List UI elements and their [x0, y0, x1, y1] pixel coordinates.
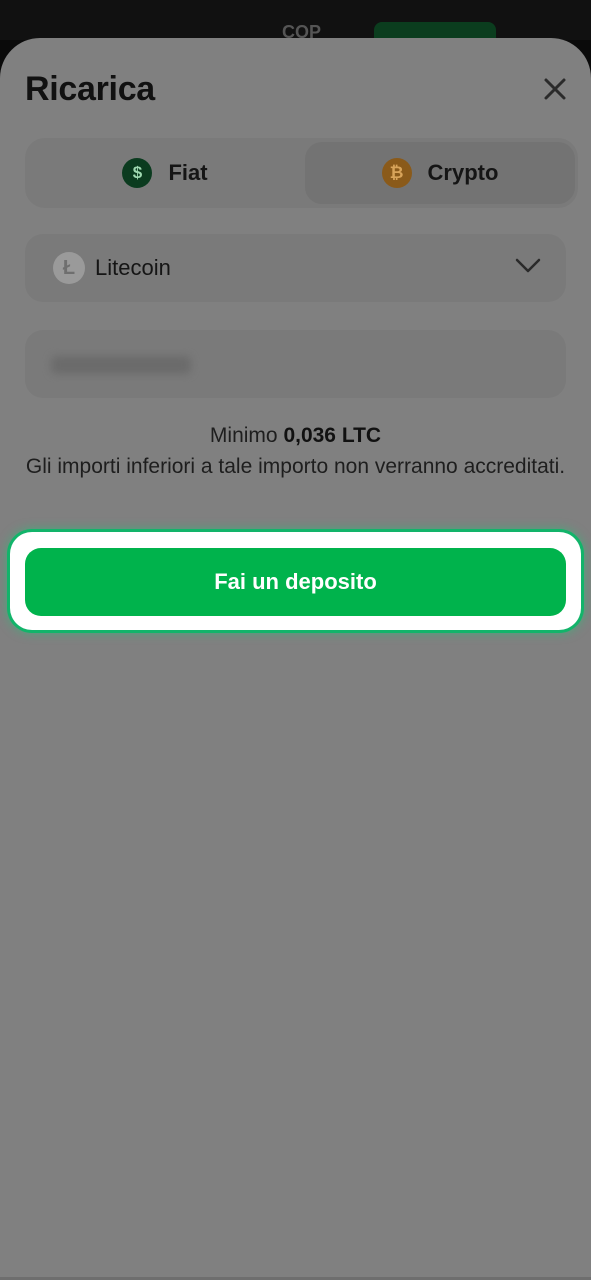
close-button[interactable] — [540, 74, 570, 104]
minimum-prefix: Minimo — [209, 424, 278, 447]
minimum-deposit-info: Minimo 0,036 LTC Gli importi inferiori a… — [25, 420, 566, 482]
page-title: Ricarica — [25, 70, 155, 108]
deposit-button[interactable]: Fai un deposito — [25, 548, 566, 616]
chevron-down-icon — [515, 258, 541, 273]
currency-select-value: Litecoin — [95, 255, 171, 280]
tab-fiat-label: Fiat — [168, 160, 208, 185]
tab-crypto-label: Crypto — [427, 160, 499, 185]
currency-select[interactable]: Ł Litecoin — [25, 234, 566, 302]
tab-fiat[interactable]: $ Fiat — [29, 142, 301, 204]
minimum-line: Minimo 0,036 LTC — [25, 420, 566, 451]
deposit-sheet: Ricarica $ Fiat ₿ Crypto Ł Litecoin Mini… — [0, 38, 591, 1280]
bitcoin-coin-icon: ₿ — [381, 158, 412, 188]
minimum-value: 0,036 LTC — [283, 424, 382, 447]
background-app-header: COP — [0, 0, 591, 42]
blurred-address — [51, 356, 191, 374]
dollar-coin-icon: $ — [122, 158, 153, 188]
deposit-address-field[interactable] — [25, 330, 566, 398]
close-icon — [544, 78, 566, 100]
tab-crypto[interactable]: ₿ Crypto — [305, 142, 575, 204]
litecoin-icon: Ł — [53, 252, 85, 284]
payment-type-tabs: $ Fiat ₿ Crypto — [25, 138, 578, 208]
minimum-note: Gli importi inferiori a tale importo non… — [25, 455, 566, 478]
